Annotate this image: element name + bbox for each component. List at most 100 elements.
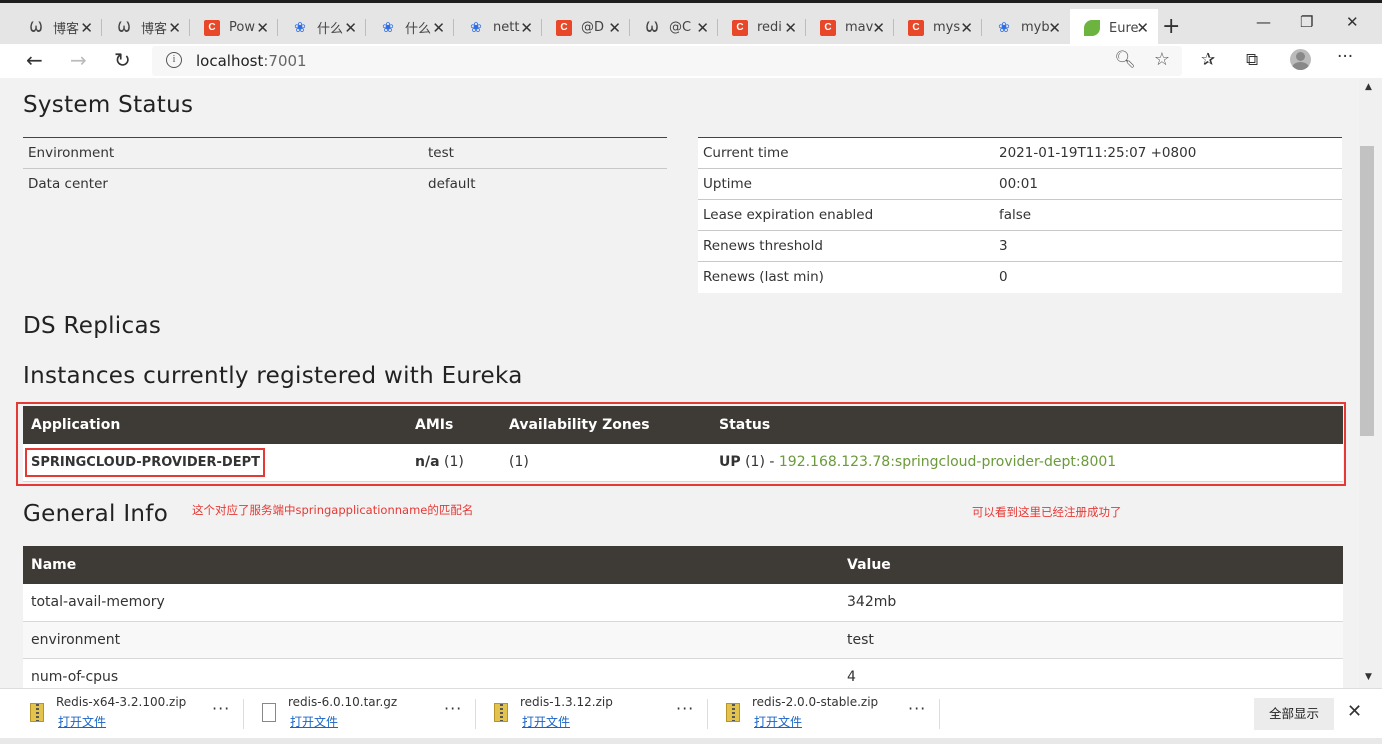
file-icon bbox=[262, 703, 276, 722]
tab-title: @C bbox=[669, 20, 692, 35]
favorite-star-icon[interactable]: ☆ bbox=[1154, 49, 1170, 70]
ds-replicas-heading: DS Replicas bbox=[23, 313, 162, 339]
zip-file-icon bbox=[494, 703, 508, 722]
info-value: 4 bbox=[839, 658, 1343, 688]
browser-tab[interactable]: C mav ✕ bbox=[806, 11, 894, 44]
window-close-icon[interactable]: ✕ bbox=[1346, 13, 1359, 31]
annotation-right: 可以看到这里已经注册成功了 bbox=[972, 505, 1122, 519]
url-text[interactable]: localhost:7001 bbox=[196, 52, 307, 70]
table-row: num-of-cpus 4 bbox=[23, 658, 1343, 688]
scroll-down-icon[interactable]: ▼ bbox=[1365, 672, 1372, 682]
open-file-link[interactable]: 打开文件 bbox=[58, 713, 106, 730]
browser-tab[interactable]: ❀ 什么 ✕ bbox=[366, 11, 454, 44]
tab-title: 什么 bbox=[317, 22, 344, 37]
close-icon[interactable]: ✕ bbox=[256, 19, 269, 37]
more-options-icon[interactable]: ··· bbox=[908, 699, 926, 718]
close-icon[interactable]: ✕ bbox=[432, 19, 445, 37]
more-options-icon[interactable]: ··· bbox=[212, 699, 230, 718]
scroll-thumb[interactable] bbox=[1360, 146, 1374, 436]
more-options-icon[interactable]: ··· bbox=[676, 699, 694, 718]
status-value: test bbox=[423, 137, 667, 169]
download-item[interactable]: redis-1.3.12.zip 打开文件 ··· bbox=[494, 689, 704, 739]
close-icon[interactable]: ✕ bbox=[80, 19, 93, 37]
status-key: Uptime bbox=[698, 168, 994, 200]
browser-tab[interactable]: Ѡ 博客 ✕ bbox=[14, 11, 102, 44]
csdn-icon: C bbox=[908, 19, 924, 36]
browser-tab[interactable]: C redi ✕ bbox=[718, 11, 806, 44]
close-icon[interactable]: ✕ bbox=[168, 19, 181, 37]
table-row: total-avail-memory 342mb bbox=[23, 584, 1343, 622]
info-icon[interactable]: i bbox=[166, 52, 182, 68]
close-icon[interactable]: ✕ bbox=[784, 19, 797, 37]
forward-arrow-icon[interactable]: → bbox=[70, 48, 87, 72]
general-info-heading: General Info bbox=[23, 501, 169, 527]
more-options-icon[interactable]: ··· bbox=[444, 699, 462, 718]
table-row: Lease expiration enabled false bbox=[698, 199, 1342, 231]
general-info-table: Name Value total-avail-memory 342mb envi… bbox=[23, 546, 1343, 688]
zip-file-icon bbox=[726, 703, 740, 722]
close-icon[interactable]: ✕ bbox=[872, 19, 885, 37]
more-menu-icon[interactable]: ··· bbox=[1337, 47, 1353, 67]
csdn-icon: C bbox=[204, 19, 220, 36]
baidu-paw-icon: ❀ bbox=[294, 19, 306, 36]
open-file-link[interactable]: 打开文件 bbox=[522, 713, 570, 730]
tab-title: 什么 bbox=[405, 22, 432, 37]
refresh-icon[interactable]: ↻ bbox=[114, 48, 131, 72]
tab-title: mys bbox=[933, 20, 961, 35]
new-tab-icon[interactable]: + bbox=[1162, 14, 1180, 39]
favorites-list-icon[interactable]: ✰ bbox=[1201, 50, 1215, 70]
download-item[interactable]: Redis-x64-3.2.100.zip 打开文件 ··· bbox=[30, 689, 240, 739]
download-filename: redis-1.3.12.zip bbox=[520, 695, 613, 709]
status-value: 00:01 bbox=[994, 168, 1342, 200]
page-scrollbar[interactable]: ▲ ▼ bbox=[1359, 78, 1382, 688]
status-value: 0 bbox=[994, 261, 1342, 293]
address-bar[interactable]: i localhost:7001 🔍︎ ☆ bbox=[152, 46, 1182, 76]
collections-icon[interactable]: ⧉ bbox=[1246, 50, 1258, 70]
download-item[interactable]: redis-2.0.0-stable.zip 打开文件 ··· bbox=[726, 689, 936, 739]
address-toolbar: ← → ↻ i localhost:7001 🔍︎ ☆ ✰ ⧉ ··· bbox=[0, 44, 1382, 78]
zoom-icon[interactable]: 🔍︎ bbox=[1114, 50, 1136, 70]
download-bar: Redis-x64-3.2.100.zip 打开文件 ··· redis-6.0… bbox=[0, 688, 1382, 738]
url-host: localhost bbox=[196, 52, 264, 70]
avatar[interactable] bbox=[1290, 49, 1311, 70]
browser-tab[interactable]: C Pow ✕ bbox=[190, 11, 278, 44]
close-icon[interactable]: ✕ bbox=[1136, 19, 1149, 37]
open-file-link[interactable]: 打开文件 bbox=[754, 713, 802, 730]
system-status-heading: System Status bbox=[23, 92, 194, 118]
close-icon[interactable]: ✕ bbox=[608, 19, 621, 37]
close-download-bar-icon[interactable]: ✕ bbox=[1347, 701, 1362, 722]
browser-tab[interactable]: ❀ myb ✕ bbox=[982, 11, 1070, 44]
status-key: Renews (last min) bbox=[698, 261, 994, 293]
baidu-paw-icon: ❀ bbox=[998, 19, 1010, 36]
scroll-up-icon[interactable]: ▲ bbox=[1365, 82, 1372, 92]
w-site-icon: Ѡ bbox=[117, 19, 131, 36]
close-icon[interactable]: ✕ bbox=[344, 19, 357, 37]
back-arrow-icon[interactable]: ← bbox=[26, 48, 43, 72]
browser-tab[interactable]: ❀ 什么 ✕ bbox=[278, 11, 366, 44]
minimize-icon[interactable]: — bbox=[1256, 13, 1271, 31]
download-item[interactable]: redis-6.0.10.tar.gz 打开文件 ··· bbox=[262, 689, 472, 739]
browser-tab-active[interactable]: Eure ✕ bbox=[1070, 9, 1158, 47]
browser-tab[interactable]: C mys ✕ bbox=[894, 11, 982, 44]
close-icon[interactable]: ✕ bbox=[696, 19, 709, 37]
status-key: Renews threshold bbox=[698, 230, 994, 262]
maximize-icon[interactable]: ❐ bbox=[1300, 13, 1313, 31]
open-file-link[interactable]: 打开文件 bbox=[290, 713, 338, 730]
browser-tab[interactable]: C @D ✕ bbox=[542, 11, 630, 44]
url-port: :7001 bbox=[263, 52, 307, 70]
annotation-left: 这个对应了服务端中springapplicationname的匹配名 bbox=[192, 503, 474, 517]
close-icon[interactable]: ✕ bbox=[960, 19, 973, 37]
download-filename: redis-6.0.10.tar.gz bbox=[288, 695, 398, 709]
browser-tab[interactable]: Ѡ @C ✕ bbox=[630, 11, 718, 44]
tab-title: 博客 bbox=[141, 22, 168, 37]
close-icon[interactable]: ✕ bbox=[520, 19, 533, 37]
baidu-paw-icon: ❀ bbox=[470, 19, 482, 36]
zip-file-icon bbox=[30, 703, 44, 722]
info-name: environment bbox=[23, 621, 839, 659]
close-icon[interactable]: ✕ bbox=[1048, 19, 1061, 37]
browser-tab[interactable]: ❀ nett ✕ bbox=[454, 11, 542, 44]
browser-tab[interactable]: Ѡ 博客 ✕ bbox=[102, 11, 190, 44]
show-all-downloads-button[interactable]: 全部显示 bbox=[1254, 698, 1334, 730]
status-value: default bbox=[423, 168, 667, 200]
status-key: Environment bbox=[23, 137, 423, 169]
